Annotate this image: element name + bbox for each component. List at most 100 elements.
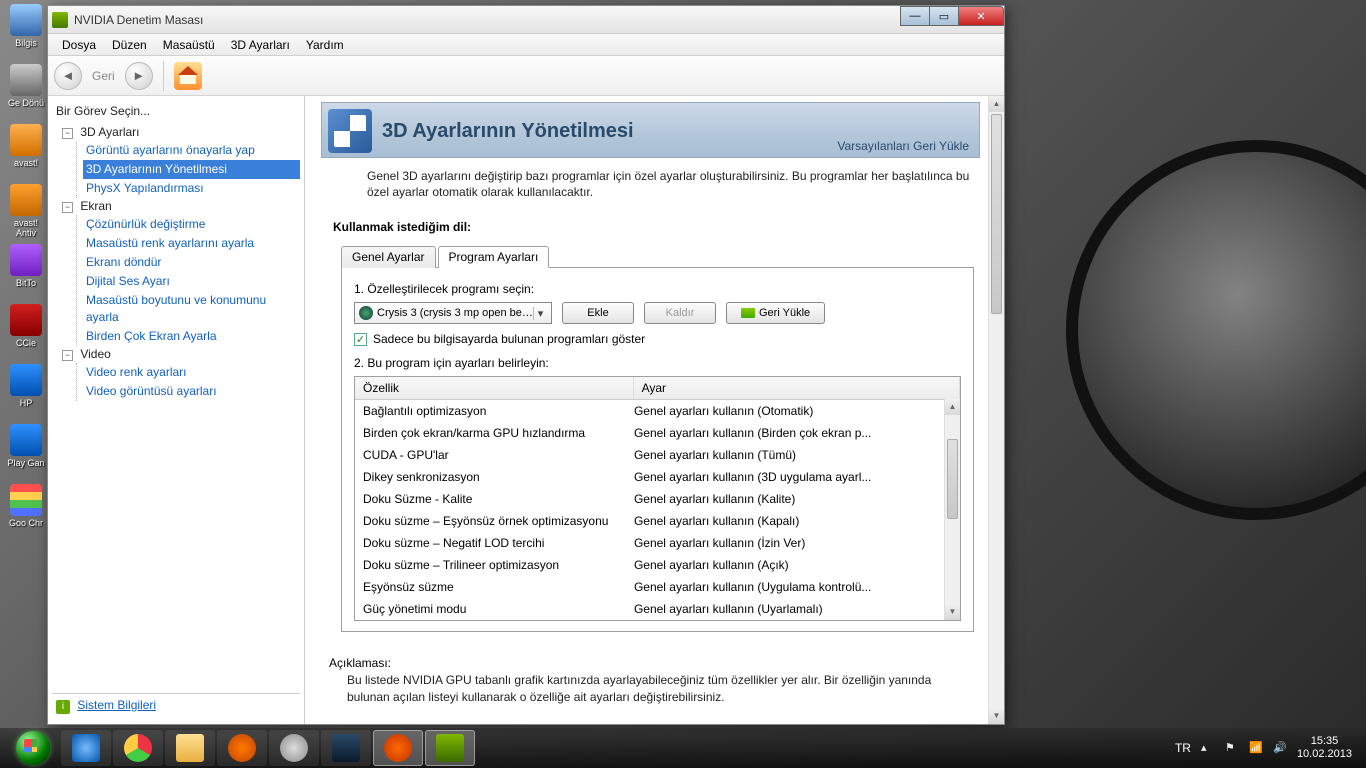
taskbar-wmp[interactable] (217, 730, 267, 766)
program-select-value: Crysis 3 (crysis 3 mp open beta... (377, 307, 533, 319)
taskbar-steam[interactable] (321, 730, 371, 766)
tree-link-manage-3d[interactable]: 3D Ayarlarının Yönetilmesi (83, 160, 300, 179)
desktop-icon-hp[interactable]: HP (6, 364, 46, 418)
volume-icon[interactable]: 🔊 (1273, 741, 1287, 755)
maximize-button[interactable]: ▭ (929, 6, 959, 26)
desktop-icon-recycle[interactable]: Ge Dönü (6, 64, 46, 118)
table-row[interactable]: Bağlantılı optimizasyonGenel ayarları ku… (355, 400, 944, 422)
desktop-icon-play[interactable]: Play Gan (6, 424, 46, 478)
restore-defaults-link[interactable]: Varsayılanları Geri Yükle (837, 139, 969, 153)
titlebar[interactable]: NVIDIA Denetim Masası — ▭ ✕ (48, 6, 1004, 34)
explanation-body: Bu listede NVIDIA GPU tabanlı grafik kar… (329, 672, 972, 704)
section-title: Kullanmak istediğim dil: (321, 220, 980, 246)
desktop-icon-ccleaner[interactable]: CCle (6, 304, 46, 358)
desktop-icon-chrome[interactable]: Goo Chr (6, 484, 46, 538)
nvidia-control-panel-window: NVIDIA Denetim Masası — ▭ ✕ Dosya Düzen … (47, 5, 1005, 725)
col-feature[interactable]: Özellik (355, 377, 633, 400)
restore-button[interactable]: Geri Yükle (726, 302, 825, 324)
only-installed-checkbox[interactable]: ✓ (354, 333, 367, 346)
scroll-up-icon[interactable]: ▲ (989, 96, 1004, 112)
task-tree: − 3D Ayarları Görüntü ayarlarını önayarl… (52, 124, 300, 693)
tray-up-icon[interactable]: ▴ (1201, 741, 1215, 755)
tree-toggle-display[interactable]: − (62, 202, 73, 213)
table-row[interactable]: Güç yönetimi moduGenel ayarları kullanın… (355, 598, 944, 620)
scroll-up-icon[interactable]: ▲ (945, 399, 960, 415)
feature-cell: Dikey senkronizasyon (355, 466, 626, 488)
table-row[interactable]: CUDA - GPU'larGenel ayarları kullanın (T… (355, 444, 944, 466)
content-scrollbar[interactable]: ▲ ▼ (988, 96, 1004, 724)
desktop-icon-avast-a[interactable]: avast! (6, 124, 46, 178)
feature-cell: Güç yönetimi modu (355, 598, 626, 620)
desktop-icon-bittorrent[interactable]: BitTo (6, 244, 46, 298)
taskbar-hp[interactable] (269, 730, 319, 766)
scroll-thumb[interactable] (947, 439, 958, 519)
tree-link-desktop-color[interactable]: Masaüstü renk ayarlarını ayarla (83, 234, 300, 253)
tree-link-resolution[interactable]: Çözünürlük değiştirme (83, 215, 300, 234)
flag-icon[interactable]: ⚑ (1225, 741, 1239, 755)
step1-label: 1. Özelleştirilecek programı seçin: (354, 282, 961, 296)
program-icon (359, 306, 373, 320)
setting-cell: Genel ayarları kullanın (Kalite) (626, 488, 944, 510)
table-row[interactable]: Eşyönsüz süzmeGenel ayarları kullanın (U… (355, 576, 944, 598)
table-row[interactable]: Doku Süzme - KaliteGenel ayarları kullan… (355, 488, 944, 510)
network-icon[interactable]: 📶 (1249, 741, 1263, 755)
page-title: 3D Ayarlarının Yönetilmesi (382, 120, 634, 143)
tree-link-video-image[interactable]: Video görüntüsü ayarları (83, 382, 300, 401)
back-button[interactable]: ◄ (54, 62, 82, 90)
tab-global[interactable]: Genel Ayarlar (341, 246, 436, 268)
table-row[interactable]: Doku süzme – Trilineer optimizasyonGenel… (355, 554, 944, 576)
menu-help[interactable]: Yardım (298, 36, 352, 54)
desktop-icon-computer[interactable]: Bilgis (6, 4, 46, 58)
tree-link-image-preset[interactable]: Görüntü ayarlarını önayarla yap (83, 141, 300, 160)
taskbar-explorer[interactable] (165, 730, 215, 766)
setting-cell: Genel ayarları kullanın (Kapalı) (626, 510, 944, 532)
table-row[interactable]: Doku süzme – Negatif LOD tercihiGenel ay… (355, 532, 944, 554)
task-sidebar: Bir Görev Seçin... − 3D Ayarları Görüntü… (48, 96, 305, 724)
desktop-icon-avast-b[interactable]: avast! Antiv (6, 184, 46, 238)
program-select[interactable]: Crysis 3 (crysis 3 mp open beta... ▾ (354, 302, 552, 324)
tree-link-size-position[interactable]: Masaüstü boyutunu ve konumunu ayarla (83, 291, 300, 327)
language-indicator[interactable]: TR (1175, 741, 1191, 755)
clock[interactable]: 15:35 10.02.2013 (1297, 735, 1352, 761)
page-header: 3D Ayarlarının Yönetilmesi Varsayılanlar… (321, 102, 980, 158)
tree-link-physx[interactable]: PhysX Yapılandırması (83, 179, 300, 198)
taskbar-nvidia[interactable] (425, 730, 475, 766)
menu-desktop[interactable]: Masaüstü (155, 36, 223, 54)
close-button[interactable]: ✕ (958, 6, 1004, 26)
wallpaper-sunglasses (1066, 140, 1366, 520)
minimize-button[interactable]: — (900, 6, 930, 26)
scroll-thumb[interactable] (991, 114, 1002, 314)
system-info-link[interactable]: Sistem Bilgileri (77, 698, 156, 712)
taskbar: TR ▴ ⚑ 📶 🔊 15:35 10.02.2013 (0, 728, 1366, 768)
forward-button[interactable]: ► (125, 62, 153, 90)
table-row[interactable]: Dikey senkronizasyonGenel ayarları kulla… (355, 466, 944, 488)
table-row[interactable]: Birden çok ekran/karma GPU hızlandırmaGe… (355, 422, 944, 444)
taskbar-chrome[interactable] (113, 730, 163, 766)
taskbar-origin[interactable] (373, 730, 423, 766)
tab-program[interactable]: Program Ayarları (438, 246, 550, 268)
tree-link-video-color[interactable]: Video renk ayarları (83, 363, 300, 382)
feature-cell: Doku süzme – Eşyönsüz örnek optimizasyon… (355, 510, 626, 532)
col-setting[interactable]: Ayar (633, 377, 959, 400)
menu-3d[interactable]: 3D Ayarları (223, 36, 298, 54)
only-installed-label: Sadece bu bilgisayarda bulunan programla… (373, 332, 645, 346)
start-button[interactable] (6, 728, 60, 768)
tree-toggle-3d[interactable]: − (62, 128, 73, 139)
menubar: Dosya Düzen Masaüstü 3D Ayarları Yardım (48, 34, 1004, 56)
table-row[interactable]: Doku süzme – Eşyönsüz örnek optimizasyon… (355, 510, 944, 532)
explanation-title: Açıklaması: (329, 656, 972, 670)
home-button[interactable] (174, 62, 202, 90)
menu-file[interactable]: Dosya (54, 36, 104, 54)
tree-link-multi-display[interactable]: Birden Çok Ekran Ayarla (83, 327, 300, 346)
page-header-icon (328, 109, 372, 153)
taskbar-ie[interactable] (61, 730, 111, 766)
scroll-down-icon[interactable]: ▼ (945, 604, 960, 620)
menu-edit[interactable]: Düzen (104, 36, 155, 54)
tree-toggle-video[interactable]: − (62, 350, 73, 361)
remove-button[interactable]: Kaldır (644, 302, 716, 324)
tree-link-rotate[interactable]: Ekranı döndür (83, 253, 300, 272)
add-button[interactable]: Ekle (562, 302, 634, 324)
tree-link-digital-audio[interactable]: Dijital Ses Ayarı (83, 272, 300, 291)
table-scrollbar[interactable]: ▲ ▼ (944, 399, 960, 620)
scroll-down-icon[interactable]: ▼ (989, 708, 1004, 724)
